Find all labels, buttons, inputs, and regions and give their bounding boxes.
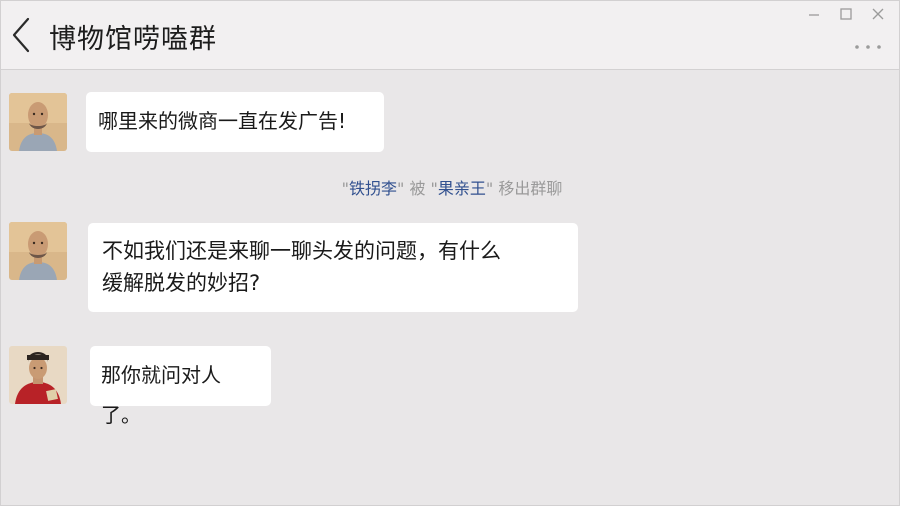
back-button[interactable] — [7, 15, 35, 55]
bald-man-avatar-icon — [9, 222, 67, 280]
message-bubble[interactable]: 那你就问对人了。 — [90, 346, 271, 427]
bald-man-avatar-icon — [9, 93, 67, 151]
window-controls — [803, 5, 889, 23]
message-text-line: 不如我们还是来聊一聊头发的问题，有什么 — [102, 239, 501, 263]
message-bubble[interactable]: 不如我们还是来聊一聊头发的问题，有什么 缓解脱发的妙招? — [88, 223, 578, 312]
system-notice: "铁拐李" 被 "果亲王" 移出群聊 — [1, 175, 900, 199]
red-robed-man-avatar-icon — [9, 346, 67, 404]
quote-mark: " — [341, 179, 349, 198]
member-name-link[interactable]: 铁拐李 — [349, 179, 397, 198]
avatar[interactable] — [9, 346, 67, 404]
message-text: 那你就问对人了。 — [101, 363, 221, 427]
avatar[interactable] — [9, 222, 67, 280]
maximize-button[interactable] — [835, 5, 857, 23]
more-options-button[interactable] — [851, 39, 885, 55]
close-button[interactable] — [867, 5, 889, 23]
quote-mark: " — [430, 179, 438, 198]
system-text: 被 — [404, 179, 431, 198]
chevron-left-icon — [12, 17, 30, 53]
message-bubble[interactable]: 哪里来的微商一直在发广告! — [86, 92, 384, 152]
more-icon — [855, 45, 881, 49]
system-text: 移出群聊 — [493, 179, 563, 198]
message-text-line: 缓解脱发的妙招? — [102, 271, 261, 295]
chat-window: 博物馆唠嗑群 哪里来的微商一直在发广告! "铁拐李" 被 "果亲王" 移出群聊 … — [0, 0, 900, 506]
minimize-icon — [809, 14, 819, 16]
chat-header: 博物馆唠嗑群 — [1, 1, 899, 70]
message-text: 哪里来的微商一直在发广告! — [98, 109, 347, 133]
avatar[interactable] — [9, 93, 67, 151]
maximize-icon — [840, 8, 852, 20]
chat-title: 博物馆唠嗑群 — [49, 24, 217, 55]
minimize-button[interactable] — [803, 5, 825, 23]
close-icon — [872, 8, 884, 20]
member-name-link[interactable]: 果亲王 — [438, 179, 486, 198]
